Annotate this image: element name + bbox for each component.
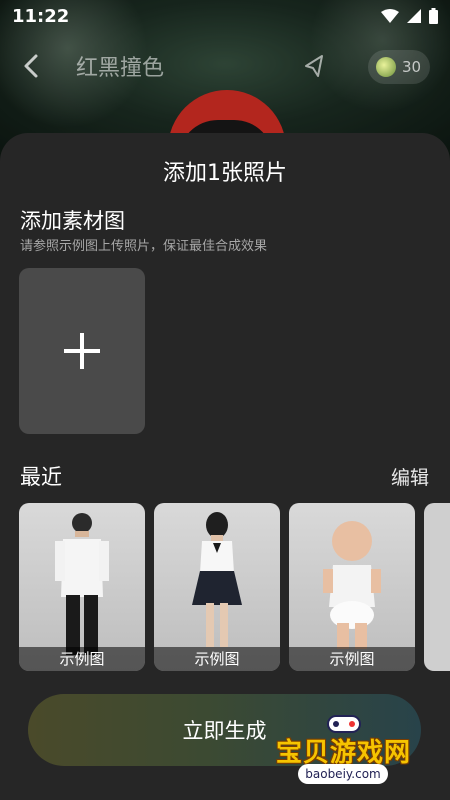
man-figure-illustration (55, 513, 109, 655)
add-photo-sheet: 添加1张照片 添加素材图 请参照示例图上传照片，保证最佳合成效果 最近 编辑 示… (0, 133, 450, 800)
page-title: 红黑撞色 (76, 56, 165, 81)
thumb-label: 示例图 (289, 647, 415, 671)
plus-icon (64, 333, 100, 369)
status-time: 11:22 (12, 5, 70, 27)
thumb-label: 示例图 (154, 647, 280, 671)
coin-count: 30 (402, 58, 422, 76)
wifi-icon (381, 9, 399, 23)
edit-button[interactable]: 编辑 (391, 463, 429, 490)
coin-balance[interactable]: 30 (368, 50, 430, 84)
thumb-label: 示例图 (19, 647, 145, 671)
generate-label: 立即生成 (182, 719, 267, 743)
baby-figure-illustration (323, 521, 381, 649)
woman-figure-illustration (192, 512, 242, 647)
battery-icon (429, 8, 438, 24)
site-watermark: 宝贝游戏网 baobeiy.com (276, 708, 446, 794)
watermark-url: baobeiy.com (298, 764, 388, 784)
example-thumb-man[interactable]: 示例图 (19, 503, 145, 671)
sheet-title: 添加1张照片 (163, 161, 287, 186)
status-bar: 11:22 (0, 0, 450, 32)
example-thumb-woman[interactable]: 示例图 (154, 503, 280, 671)
top-bar: 红黑撞色 30 (0, 46, 450, 86)
upload-photo-button[interactable] (19, 268, 145, 434)
example-thumb-baby[interactable]: 示例图 (289, 503, 415, 671)
signal-icon (407, 9, 421, 23)
status-icons (381, 8, 438, 24)
recent-thumbnails: 示例图 示例图 示例图 (19, 503, 450, 671)
back-arrow-icon[interactable] (18, 52, 46, 80)
coin-icon (376, 57, 396, 77)
material-section-title: 添加素材图 (20, 209, 125, 233)
recent-section-title: 最近 (20, 465, 62, 489)
share-icon[interactable] (300, 52, 328, 80)
material-section-subtitle: 请参照示例图上传照片，保证最佳合成效果 (20, 239, 268, 254)
example-thumb-partial[interactable] (424, 503, 450, 671)
